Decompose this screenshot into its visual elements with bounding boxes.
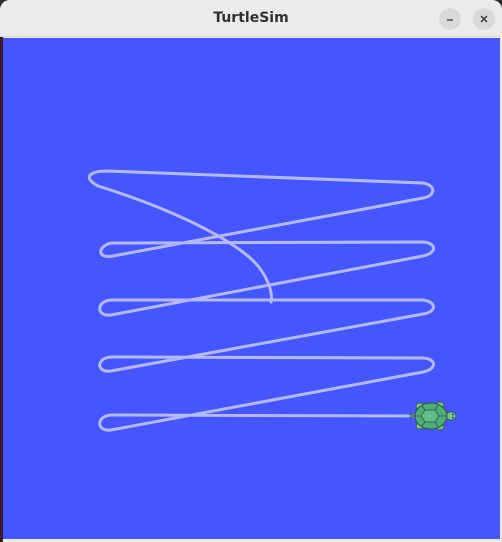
turtle-canvas <box>3 38 500 539</box>
turtlesim-window: TurtleSim <box>0 0 502 542</box>
close-icon <box>480 15 488 23</box>
window-title: TurtleSim <box>213 10 289 26</box>
drawing-surface <box>87 169 457 432</box>
turtle-trail <box>87 169 435 432</box>
minimize-icon <box>447 19 453 21</box>
close-button[interactable] <box>473 8 495 30</box>
turtle-icon <box>409 401 457 431</box>
title-bar[interactable]: TurtleSim <box>0 0 502 37</box>
minimize-button[interactable] <box>439 8 461 30</box>
